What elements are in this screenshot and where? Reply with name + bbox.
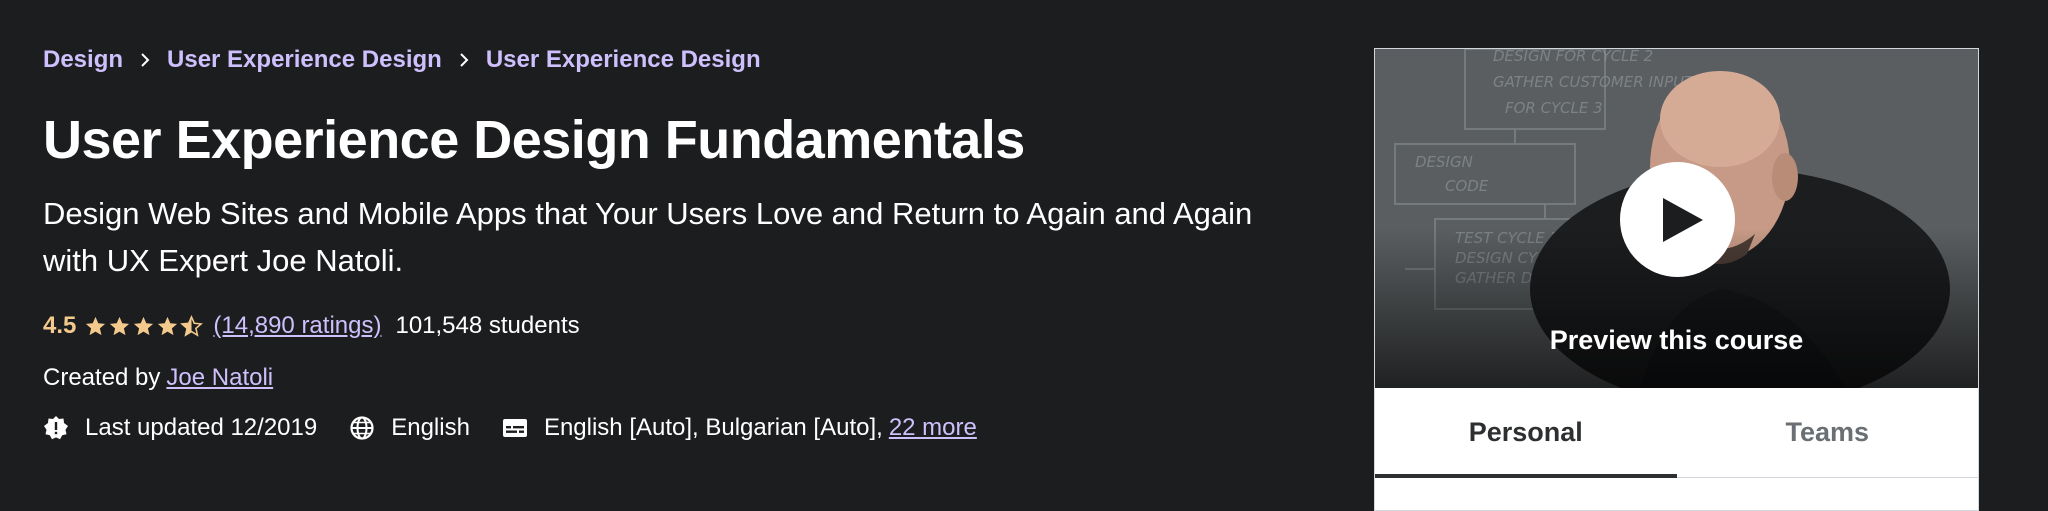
star-icon	[110, 316, 130, 335]
captions-text: English [Auto], Bulgarian [Auto],	[543, 414, 883, 441]
rating-value: 4.5	[43, 312, 77, 339]
course-subtitle: Design Web Sites and Mobile Apps that Yo…	[43, 196, 1253, 278]
play-button[interactable]	[1620, 162, 1735, 277]
svg-text:GATHER CUSTOMER INPUT: GATHER CUSTOMER INPUT	[1493, 73, 1695, 91]
created-by-label: Created by	[43, 364, 161, 391]
chevron-right-icon	[442, 53, 486, 67]
course-captions: English [Auto], Bulgarian [Auto], 22 more	[502, 414, 977, 442]
star-rating	[84, 314, 204, 338]
play-icon	[1662, 197, 1703, 242]
breadcrumb-item-ux-design-topic[interactable]: User Experience Design	[486, 46, 761, 74]
purchase-sidebar: DESIGN FOR CYCLE 2 GATHER CUSTOMER INPUT…	[1374, 48, 1979, 511]
rating-row: 4.5 (14,890 ratings) 101,548 students	[43, 312, 580, 340]
created-by-row: Created by Joe Natoli	[43, 364, 273, 392]
tab-teams[interactable]: Teams	[1677, 388, 1979, 477]
language-text: English	[391, 414, 470, 441]
svg-text:FOR CYCLE 3: FOR CYCLE 3	[1505, 99, 1603, 117]
alert-badge-icon	[44, 416, 68, 440]
star-icon	[134, 316, 154, 335]
star-icon	[158, 316, 178, 335]
globe-icon	[350, 416, 374, 440]
tab-personal[interactable]: Personal	[1375, 388, 1677, 478]
last-updated: Last updated 12/2019	[43, 414, 317, 442]
course-title: User Experience Design Fundamentals	[43, 110, 1025, 170]
last-updated-text: Last updated 12/2019	[85, 414, 318, 441]
svg-text:DESIGN: DESIGN	[1415, 153, 1473, 171]
pricing-tabs: Personal Teams	[1375, 388, 1978, 478]
star-icon	[86, 316, 106, 335]
breadcrumb-item-design[interactable]: Design	[43, 46, 123, 74]
closed-captions-icon	[502, 419, 527, 437]
half-star-icon	[180, 314, 204, 337]
course-preview-video[interactable]: DESIGN FOR CYCLE 2 GATHER CUSTOMER INPUT…	[1375, 49, 1978, 388]
captions-more-link[interactable]: 22 more	[889, 414, 977, 442]
instructor-link[interactable]: Joe Natoli	[166, 364, 273, 391]
ratings-count-link[interactable]: (14,890 ratings)	[213, 312, 381, 340]
course-meta-row: Last updated 12/2019 English English [Au…	[43, 414, 1009, 442]
svg-text:DESIGN FOR CYCLE 2: DESIGN FOR CYCLE 2	[1493, 49, 1653, 65]
chevron-right-icon	[123, 53, 167, 67]
course-language: English	[349, 414, 470, 442]
breadcrumb-item-ux-design[interactable]: User Experience Design	[167, 46, 442, 74]
breadcrumb: Design User Experience Design User Exper…	[43, 46, 761, 74]
svg-text:CODE: CODE	[1445, 177, 1489, 195]
preview-label: Preview this course	[1549, 325, 1804, 355]
students-count: 101,548 students	[395, 312, 580, 339]
